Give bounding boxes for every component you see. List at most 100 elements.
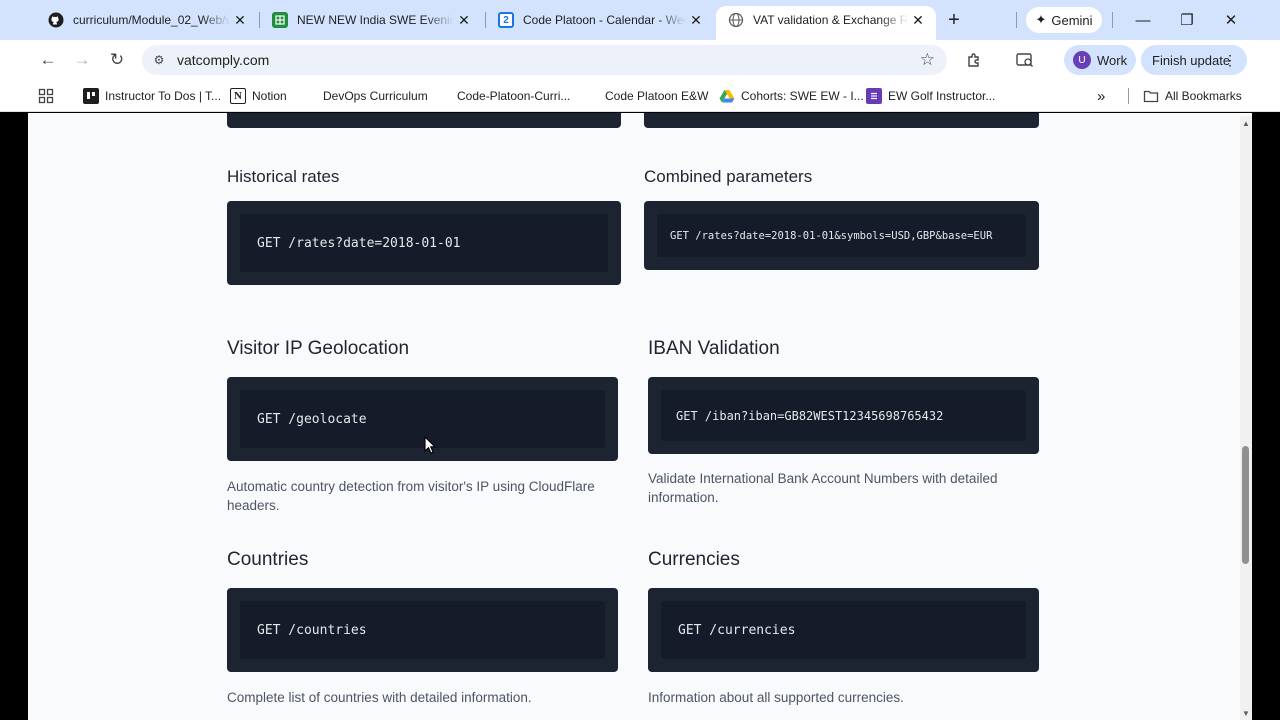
bookmark-ew-golf[interactable]: EW Golf Instructor... xyxy=(866,86,995,106)
close-window-icon[interactable]: ✕ xyxy=(1219,8,1243,32)
reload-icon[interactable]: ↻ xyxy=(105,48,129,72)
section-title-countries: Countries xyxy=(227,549,309,570)
tab-github[interactable]: curriculum/Module_02_Web/w ✕ xyxy=(36,6,258,34)
bookmark-devops-curriculum[interactable]: DevOps Curriculum xyxy=(323,86,428,106)
endpoint-code[interactable]: GET /iban?iban=GB82WEST12345698765432 xyxy=(676,409,943,423)
tab-strip: curriculum/Module_02_Web/w ✕ NEW NEW Ind… xyxy=(0,0,1280,40)
endpoint-code[interactable]: GET /countries xyxy=(257,623,367,638)
endpoint-code[interactable]: GET /currencies xyxy=(678,623,795,638)
code-block-partial xyxy=(227,113,621,128)
globe-icon xyxy=(728,12,744,28)
tab-vatcomply[interactable]: VAT validation & Exchange Rat ✕ xyxy=(716,6,936,40)
bookmark-label: Instructor To Dos | T... xyxy=(105,89,222,103)
close-tab-icon[interactable]: ✕ xyxy=(230,10,250,30)
code-inner: GET /iban?iban=GB82WEST12345698765432 xyxy=(661,390,1026,441)
bookmark-code-platoon-ew[interactable]: Code Platoon E&W xyxy=(605,86,708,106)
page-scrollbar[interactable]: ▲ ▼ xyxy=(1240,116,1252,720)
new-tab-button[interactable]: + xyxy=(941,8,967,32)
scroll-down-arrow-icon[interactable]: ▼ xyxy=(1240,708,1252,720)
code-inner: GET /geolocate xyxy=(240,390,605,448)
finish-update-label: Finish update xyxy=(1152,52,1231,68)
bookmark-label: DevOps Curriculum xyxy=(323,89,428,103)
scrollbar-thumb[interactable] xyxy=(1242,446,1249,564)
tab-search-icon[interactable] xyxy=(1013,48,1037,72)
bookmark-code-platoon-curri[interactable]: Code-Platoon-Curri... xyxy=(457,86,570,106)
code-block-iban: GET /iban?iban=GB82WEST12345698765432 xyxy=(648,377,1039,454)
restore-icon[interactable]: ❐ xyxy=(1175,8,1199,32)
mouse-cursor-icon xyxy=(424,436,436,454)
tab-title: VAT validation & Exchange Rat xyxy=(753,13,908,27)
notion-icon: N xyxy=(230,88,246,104)
folder-icon xyxy=(1143,88,1159,104)
tab-separator xyxy=(1016,12,1017,28)
endpoint-code[interactable]: GET /rates?date=2018-01-01 xyxy=(257,236,461,251)
profile-button[interactable]: U Work xyxy=(1064,45,1136,75)
more-bookmarks-chevron-icon[interactable]: » xyxy=(1097,86,1105,106)
tab-calendar[interactable]: 2 Code Platoon - Calendar - Wee ✕ xyxy=(486,6,714,34)
site-info-icon[interactable]: ⚙ xyxy=(151,53,167,67)
code-block-combined-parameters: GET /rates?date=2018-01-01&symbols=USD,G… xyxy=(644,201,1039,270)
trello-icon xyxy=(83,88,99,104)
forward-arrow-icon[interactable]: → xyxy=(70,48,94,72)
back-arrow-icon[interactable]: ← xyxy=(36,48,60,72)
close-tab-icon[interactable]: ✕ xyxy=(454,10,474,30)
tab-sheets[interactable]: NEW NEW India SWE Evening & ✕ xyxy=(260,6,482,34)
bookmark-label: Cohorts: SWE EW - I... xyxy=(741,89,864,103)
section-title-currencies: Currencies xyxy=(648,549,740,570)
code-inner: GET /countries xyxy=(240,601,605,659)
address-text[interactable]: vatcomply.com xyxy=(177,52,920,68)
profile-label: Work xyxy=(1097,52,1128,68)
bookmark-star-icon[interactable]: ☆ xyxy=(920,50,935,70)
close-tab-icon[interactable]: ✕ xyxy=(686,10,706,30)
bookmark-cohorts[interactable]: Cohorts: SWE EW - I... xyxy=(719,86,864,106)
menu-dots-icon[interactable]: ⋮ xyxy=(1223,52,1237,69)
all-bookmarks-label: All Bookmarks xyxy=(1165,89,1242,103)
endpoint-code[interactable]: GET /geolocate xyxy=(257,412,367,427)
close-tab-icon[interactable]: ✕ xyxy=(908,10,928,30)
apps-grid-icon[interactable] xyxy=(38,86,54,106)
sheets-icon xyxy=(272,12,288,28)
address-bar[interactable]: ⚙ vatcomply.com ☆ xyxy=(142,45,947,75)
github-icon xyxy=(48,12,64,28)
section-title-iban-validation: IBAN Validation xyxy=(648,338,780,359)
code-block-geolocate: GET /geolocate xyxy=(227,377,618,461)
code-block-currencies: GET /currencies xyxy=(648,588,1039,672)
minimize-icon[interactable]: — xyxy=(1131,8,1155,32)
finish-update-button[interactable]: Finish update ⋮ xyxy=(1141,45,1247,75)
code-inner: GET /currencies xyxy=(661,601,1026,659)
all-bookmarks-button[interactable]: All Bookmarks xyxy=(1143,86,1242,106)
tab-separator xyxy=(1112,12,1113,28)
bookmarks-separator xyxy=(1128,88,1129,104)
scroll-up-arrow-icon[interactable]: ▲ xyxy=(1240,118,1252,130)
bookmarks-bar: Instructor To Dos | T... N Notion DevOps… xyxy=(0,80,1280,112)
code-inner: GET /rates?date=2018-01-01&symbols=USD,G… xyxy=(657,214,1026,257)
section-title-combined-parameters: Combined parameters xyxy=(644,167,813,186)
section-description: Information about all supported currenci… xyxy=(648,690,904,705)
section-title-historical-rates: Historical rates xyxy=(227,167,340,186)
section-title-visitor-ip-geolocation: Visitor IP Geolocation xyxy=(227,338,410,359)
bookmark-label: Code-Platoon-Curri... xyxy=(457,89,571,103)
bookmark-notion[interactable]: N Notion xyxy=(230,86,287,106)
bookmark-label: EW Golf Instructor... xyxy=(888,89,996,103)
section-description: Complete list of countries with detailed… xyxy=(227,690,532,705)
gemini-sparkle-icon: ✦ xyxy=(1035,12,1047,27)
code-inner: GET /rates?date=2018-01-01 xyxy=(240,214,608,272)
extensions-icon[interactable] xyxy=(962,48,986,72)
page-viewport: Historical rates GET /rates?date=2018-01… xyxy=(28,113,1252,720)
bookmark-instructor-todos[interactable]: Instructor To Dos | T... xyxy=(83,86,221,106)
drive-icon xyxy=(719,88,735,104)
gemini-label: Gemini xyxy=(1051,12,1093,28)
calendar-icon: 2 xyxy=(498,12,514,28)
section-description: Validate International Bank Account Numb… xyxy=(648,471,998,505)
section-description: Automatic country detection from visitor… xyxy=(227,479,595,513)
browser-toolbar: ← → ↻ ⚙ vatcomply.com ☆ U Work Finish up… xyxy=(0,40,1280,80)
avatar: U xyxy=(1073,51,1091,69)
gemini-button[interactable]: ✦ Gemini xyxy=(1026,7,1102,33)
forms-icon xyxy=(866,88,882,104)
endpoint-code[interactable]: GET /rates?date=2018-01-01&symbols=USD,G… xyxy=(670,230,992,242)
code-block-historical-rates: GET /rates?date=2018-01-01 xyxy=(227,201,621,285)
tab-title: Code Platoon - Calendar - Wee xyxy=(523,13,686,27)
tab-title: curriculum/Module_02_Web/w xyxy=(73,13,230,27)
bookmark-label: Code Platoon E&W xyxy=(605,89,709,103)
bookmark-label: Notion xyxy=(252,89,287,103)
